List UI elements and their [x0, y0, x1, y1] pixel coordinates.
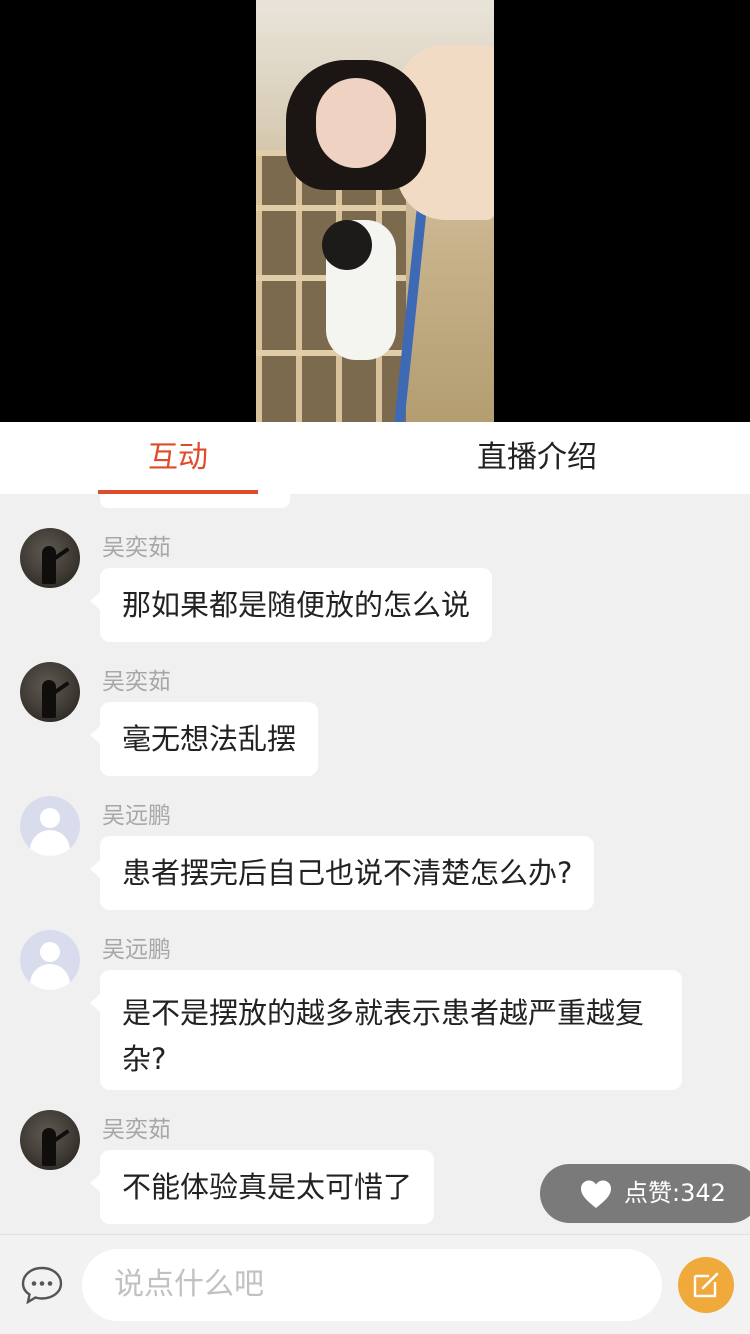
- chat-list[interactable]: 吴奕茹 那如果都是随便放的怎么说 吴奕茹 毫无想法乱摆 吴远鹏 患者摆完后自己也…: [0, 494, 750, 1234]
- tab-bar: 互动 直播介绍: [0, 422, 750, 494]
- heart-icon: [581, 1180, 611, 1208]
- sender-name: 吴远鹏: [102, 803, 171, 829]
- sender-name: 吴奕茹: [102, 1117, 171, 1143]
- default-user-avatar[interactable]: [20, 930, 80, 990]
- tab-interact[interactable]: 互动: [98, 422, 258, 494]
- user-avatar[interactable]: [20, 528, 80, 588]
- like-button[interactable]: 点赞:342: [540, 1164, 750, 1223]
- edit-button[interactable]: [678, 1257, 734, 1313]
- edit-icon: [693, 1272, 719, 1298]
- message-bubble: 毫无想法乱摆: [89, 702, 319, 776]
- video-frame: [256, 0, 494, 422]
- presenter-face: [316, 78, 396, 168]
- message-bubble: 患者摆完后自己也说不清楚怎么办?: [89, 836, 595, 910]
- message-bubble: 是不是摆放的越多就表示患者越严重越复杂?: [90, 970, 682, 1090]
- message-bubble: 那如果都是随便放的怎么说: [89, 568, 493, 642]
- user-avatar[interactable]: [20, 1110, 80, 1170]
- message-bubble: 不能体验真是太可惜了: [89, 1150, 435, 1224]
- child-head: [322, 220, 372, 270]
- comment-composer: 说点什么吧: [0, 1234, 750, 1334]
- live-video-player[interactable]: [0, 0, 750, 422]
- previous-message-bubble: [100, 494, 290, 508]
- sender-name: 吴奕茹: [102, 535, 171, 561]
- sender-name: 吴远鹏: [102, 937, 171, 963]
- sender-name: 吴奕茹: [102, 669, 171, 695]
- comment-input[interactable]: 说点什么吧: [82, 1249, 662, 1321]
- tab-live-intro[interactable]: 直播介绍: [452, 422, 622, 494]
- user-avatar[interactable]: [20, 662, 80, 722]
- like-count: 点赞:342: [624, 1179, 726, 1207]
- chat-bubble-icon[interactable]: [20, 1265, 64, 1305]
- default-user-avatar[interactable]: [20, 796, 80, 856]
